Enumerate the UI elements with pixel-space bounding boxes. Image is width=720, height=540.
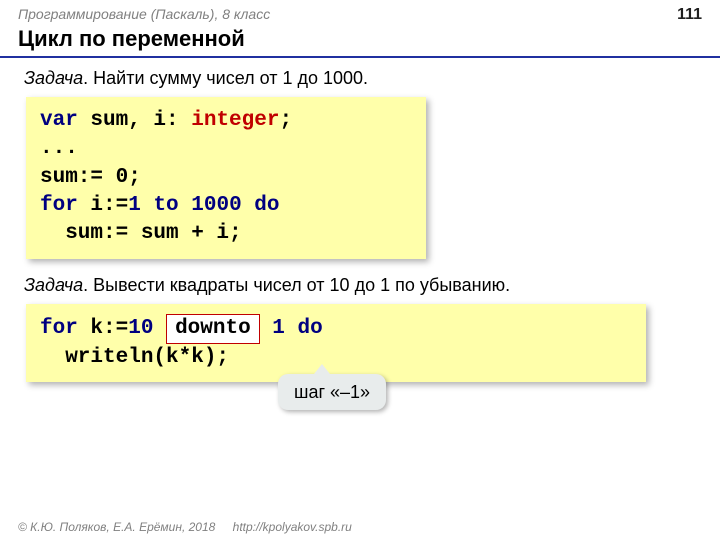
- slide-title: Цикл по переменной: [0, 26, 720, 58]
- breadcrumb: Программирование (Паскаль), 8 класс: [18, 6, 270, 22]
- callout-step: шаг «–1»: [278, 374, 386, 410]
- page-number: 111: [677, 6, 702, 24]
- code-text: k:=: [78, 317, 128, 340]
- code-block-2: for k:=10 downto 1 do writeln(k*k); шаг …: [26, 304, 646, 383]
- code-block-1: var sum, i: integer; ... sum:= 0; for i:…: [26, 97, 426, 259]
- code-line: sum:= sum + i;: [40, 220, 412, 248]
- code-text: i:=: [78, 194, 128, 217]
- downto-highlight-box: downto: [166, 314, 260, 344]
- keyword-to: to: [141, 194, 191, 217]
- number-literal: 10: [128, 317, 153, 340]
- task-label: Задача: [24, 68, 83, 88]
- code-line: var sum, i: integer;: [40, 107, 412, 135]
- footer-url: http://kpolyakov.spb.ru: [233, 520, 352, 534]
- code-line: for k:=10 downto 1 do: [40, 314, 632, 344]
- task-2: Задача. Вывести квадраты чисел от 10 до …: [0, 275, 720, 296]
- number-literal: 1000: [191, 194, 241, 217]
- code-text: [260, 317, 273, 340]
- task-1: Задача. Найти сумму чисел от 1 до 1000.: [0, 68, 720, 89]
- slide-header: Программирование (Паскаль), 8 класс 111: [0, 0, 720, 26]
- keyword-do: do: [285, 317, 323, 340]
- code-text: [153, 317, 166, 340]
- slide-footer: © К.Ю. Поляков, Е.А. Ерёмин, 2018 http:/…: [18, 520, 352, 534]
- keyword-do: do: [242, 194, 280, 217]
- code-text: ;: [279, 109, 292, 132]
- keyword-for: for: [40, 194, 78, 217]
- keyword-var: var: [40, 109, 78, 132]
- task-label: Задача: [24, 275, 83, 295]
- code-line: sum:= 0;: [40, 164, 412, 192]
- code-line: ...: [40, 135, 412, 163]
- task-text: . Вывести квадраты чисел от 10 до 1 по у…: [83, 275, 510, 295]
- type-integer: integer: [191, 109, 279, 132]
- code-line: writeln(k*k);: [40, 344, 632, 372]
- number-literal: 1: [272, 317, 285, 340]
- task-text: . Найти сумму чисел от 1 до 1000.: [83, 68, 368, 88]
- code-text: sum, i:: [78, 109, 191, 132]
- code-line: for i:=1 to 1000 do: [40, 192, 412, 220]
- copyright: © К.Ю. Поляков, Е.А. Ерёмин, 2018: [18, 520, 215, 534]
- keyword-for: for: [40, 317, 78, 340]
- number-literal: 1: [128, 194, 141, 217]
